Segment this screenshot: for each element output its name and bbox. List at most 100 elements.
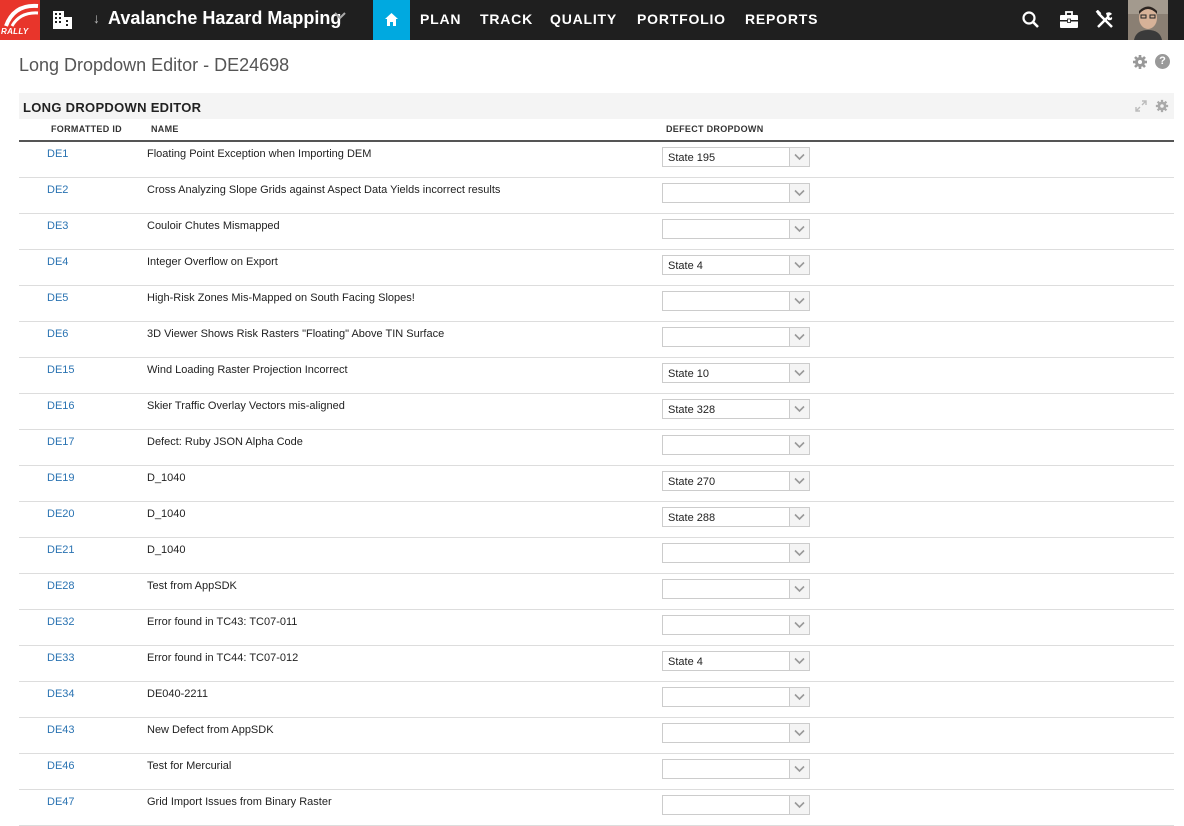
formatted-id-link[interactable]: DE15 — [47, 364, 75, 376]
formatted-id-link[interactable]: DE3 — [47, 220, 68, 232]
table-row[interactable]: DE1 Floating Point Exception when Importi… — [19, 142, 1174, 178]
defect-name: Couloir Chutes Mismapped — [147, 220, 280, 232]
formatted-id-link[interactable]: DE33 — [47, 652, 75, 664]
briefcase-icon[interactable] — [1059, 10, 1079, 30]
defect-dropdown[interactable] — [662, 579, 810, 599]
formatted-id-link[interactable]: DE20 — [47, 508, 75, 520]
help-icon[interactable]: ? — [1155, 54, 1170, 69]
formatted-id-link[interactable]: DE17 — [47, 436, 75, 448]
project-name[interactable]: Avalanche Hazard Mapping — [108, 8, 341, 29]
dropdown-trigger[interactable] — [789, 796, 809, 814]
formatted-id-link[interactable]: DE28 — [47, 580, 75, 592]
formatted-id-link[interactable]: DE46 — [47, 760, 75, 772]
dropdown-trigger[interactable] — [789, 328, 809, 346]
table-row[interactable]: DE34 DE040-2211 — [19, 682, 1174, 718]
defect-dropdown[interactable] — [662, 183, 810, 203]
defect-dropdown[interactable]: State 288 — [662, 507, 810, 527]
defect-dropdown[interactable]: State 4 — [662, 255, 810, 275]
defect-dropdown[interactable] — [662, 219, 810, 239]
nav-portfolio[interactable]: PORTFOLIO — [637, 11, 726, 27]
defect-name: Error found in TC43: TC07-011 — [147, 616, 298, 628]
panel-gear-icon[interactable] — [1155, 99, 1169, 113]
defect-dropdown[interactable] — [662, 543, 810, 563]
formatted-id-link[interactable]: DE4 — [47, 256, 68, 268]
search-icon[interactable] — [1021, 10, 1041, 30]
user-avatar[interactable] — [1128, 0, 1168, 40]
dropdown-trigger[interactable] — [789, 652, 809, 670]
table-row[interactable]: DE21 D_1040 — [19, 538, 1174, 574]
defect-dropdown[interactable]: State 10 — [662, 363, 810, 383]
nav-track[interactable]: TRACK — [480, 11, 533, 27]
defect-dropdown[interactable] — [662, 435, 810, 455]
formatted-id-link[interactable]: DE34 — [47, 688, 75, 700]
dropdown-trigger[interactable] — [789, 364, 809, 382]
gear-icon[interactable] — [1132, 54, 1148, 70]
defect-dropdown[interactable] — [662, 687, 810, 707]
table-row[interactable]: DE46 Test for Mercurial — [19, 754, 1174, 790]
dropdown-trigger[interactable] — [789, 508, 809, 526]
dropdown-trigger[interactable] — [789, 184, 809, 202]
table-row[interactable]: DE5 High-Risk Zones Mis-Mapped on South F… — [19, 286, 1174, 322]
defect-dropdown[interactable]: State 270 — [662, 471, 810, 491]
formatted-id-link[interactable]: DE6 — [47, 328, 68, 340]
formatted-id-link[interactable]: DE1 — [47, 148, 68, 160]
column-header-defect-dropdown[interactable]: DEFECT DROPDOWN — [666, 124, 764, 134]
nav-reports[interactable]: REPORTS — [745, 11, 818, 27]
table-row[interactable]: DE32 Error found in TC43: TC07-011 — [19, 610, 1174, 646]
table-row[interactable]: DE47 Grid Import Issues from Binary Raste… — [19, 790, 1174, 826]
dropdown-trigger[interactable] — [789, 580, 809, 598]
column-header-name[interactable]: NAME — [151, 124, 179, 134]
rally-logo[interactable]: RALLY — [0, 0, 40, 40]
table-row[interactable]: DE3 Couloir Chutes Mismapped — [19, 214, 1174, 250]
dropdown-trigger[interactable] — [789, 400, 809, 418]
dropdown-trigger[interactable] — [789, 724, 809, 742]
table-row[interactable]: DE2 Cross Analyzing Slope Grids against A… — [19, 178, 1174, 214]
table-row[interactable]: DE28 Test from AppSDK — [19, 574, 1174, 610]
table-row[interactable]: DE6 3D Viewer Shows Risk Rasters "Floatin… — [19, 322, 1174, 358]
dropdown-trigger[interactable] — [789, 616, 809, 634]
table-row[interactable]: DE16 Skier Traffic Overlay Vectors mis-al… — [19, 394, 1174, 430]
formatted-id-link[interactable]: DE21 — [47, 544, 75, 556]
defect-dropdown[interactable]: State 195 — [662, 147, 810, 167]
building-icon[interactable] — [52, 10, 74, 30]
defect-dropdown[interactable] — [662, 327, 810, 347]
dropdown-trigger[interactable] — [789, 760, 809, 778]
defect-dropdown[interactable] — [662, 291, 810, 311]
formatted-id-link[interactable]: DE16 — [47, 400, 75, 412]
column-header-formatted-id[interactable]: FORMATTED ID — [51, 124, 122, 134]
expand-icon[interactable] — [1135, 100, 1147, 112]
defect-dropdown[interactable]: State 4 — [662, 651, 810, 671]
formatted-id-link[interactable]: DE47 — [47, 796, 75, 808]
formatted-id-link[interactable]: DE43 — [47, 724, 75, 736]
defect-dropdown[interactable] — [662, 615, 810, 635]
dropdown-trigger[interactable] — [789, 688, 809, 706]
dropdown-trigger[interactable] — [789, 148, 809, 166]
defect-dropdown[interactable] — [662, 759, 810, 779]
table-row[interactable]: DE4 Integer Overflow on Export State 4 — [19, 250, 1174, 286]
nav-plan[interactable]: PLAN — [420, 11, 461, 27]
defect-dropdown[interactable]: State 328 — [662, 399, 810, 419]
table-row[interactable]: DE43 New Defect from AppSDK — [19, 718, 1174, 754]
chevron-down-icon[interactable] — [334, 10, 346, 20]
formatted-id-link[interactable]: DE32 — [47, 616, 75, 628]
home-button[interactable] — [373, 0, 410, 40]
dropdown-trigger[interactable] — [789, 472, 809, 490]
dropdown-trigger[interactable] — [789, 292, 809, 310]
dropdown-trigger[interactable] — [789, 544, 809, 562]
table-row[interactable]: DE20 D_1040 State 288 — [19, 502, 1174, 538]
dropdown-trigger[interactable] — [789, 256, 809, 274]
tools-icon[interactable] — [1095, 10, 1115, 30]
formatted-id-link[interactable]: DE5 — [47, 292, 68, 304]
formatted-id-link[interactable]: DE2 — [47, 184, 68, 196]
chevron-down-icon — [794, 297, 805, 305]
defect-dropdown[interactable] — [662, 795, 810, 815]
dropdown-trigger[interactable] — [789, 220, 809, 238]
dropdown-trigger[interactable] — [789, 436, 809, 454]
table-row[interactable]: DE19 D_1040 State 270 — [19, 466, 1174, 502]
table-row[interactable]: DE33 Error found in TC44: TC07-012 State 4 — [19, 646, 1174, 682]
table-row[interactable]: DE17 Defect: Ruby JSON Alpha Code — [19, 430, 1174, 466]
formatted-id-link[interactable]: DE19 — [47, 472, 75, 484]
nav-quality[interactable]: QUALITY — [550, 11, 617, 27]
defect-dropdown[interactable] — [662, 723, 810, 743]
table-row[interactable]: DE15 Wind Loading Raster Projection Incor… — [19, 358, 1174, 394]
